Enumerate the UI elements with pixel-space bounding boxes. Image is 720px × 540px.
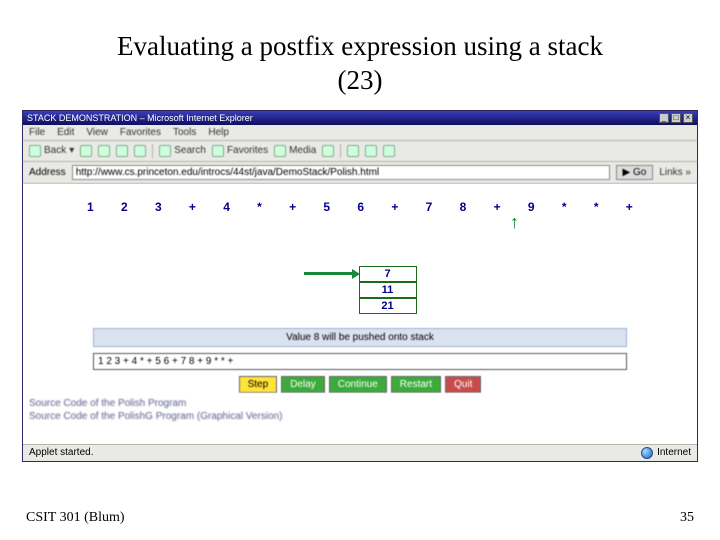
continue-button[interactable]: Continue [329, 376, 387, 393]
search-icon [159, 145, 171, 157]
print-icon[interactable] [365, 145, 377, 157]
menu-edit[interactable]: Edit [57, 127, 74, 138]
stack: 7 11 21 [359, 266, 417, 314]
source-link-2[interactable]: Source Code of the PolishG Program (Grap… [29, 410, 691, 423]
favorites-button[interactable]: Favorites [212, 145, 268, 157]
address-input[interactable] [72, 165, 610, 180]
back-button[interactable]: Back ▾ [29, 145, 74, 157]
window-title: STACK DEMONSTRATION – Microsoft Internet… [27, 113, 253, 123]
quit-button[interactable]: Quit [445, 376, 481, 393]
source-link-1[interactable]: Source Code of the Polish Program [29, 397, 691, 410]
menu-favorites[interactable]: Favorites [120, 127, 161, 138]
stack-zone: 7 11 21 [23, 266, 697, 314]
zone-label: Internet [657, 447, 691, 458]
slide-title: Evaluating a postfix expression using a … [0, 0, 720, 98]
status-right: Internet [641, 447, 691, 459]
status-message: Value 8 will be pushed onto stack [93, 328, 627, 347]
token: + [391, 200, 398, 214]
token: 8 [460, 200, 467, 214]
toolbar: Back ▾ Search Favorites Media [23, 141, 697, 162]
links-label[interactable]: Links » [659, 167, 691, 178]
title-line-1: Evaluating a postfix expression using a … [0, 30, 720, 64]
token: + [189, 200, 196, 214]
media-icon [274, 145, 286, 157]
status-left: Applet started. [29, 447, 93, 458]
addressbar: Address ▶ Go Links » [23, 162, 697, 184]
mail-icon[interactable] [347, 145, 359, 157]
menu-help[interactable]: Help [208, 127, 229, 138]
menu-tools[interactable]: Tools [173, 127, 196, 138]
back-label: Back [44, 145, 66, 156]
edit-icon[interactable] [383, 145, 395, 157]
go-label: Go [633, 167, 646, 178]
token: * [594, 200, 599, 214]
slide-footer: CSIT 301 (Blum) 35 [0, 510, 720, 526]
token: 5 [323, 200, 330, 214]
token: * [562, 200, 567, 214]
content-area: 1 2 3 + 4 * + 5 6 + 7 8 + 9 * * + ↑ [23, 184, 697, 444]
media-label: Media [289, 145, 316, 156]
stop-icon[interactable] [98, 145, 110, 157]
back-icon [29, 145, 41, 157]
maximize-button[interactable]: □ [671, 113, 681, 123]
menu-file[interactable]: File [29, 127, 45, 138]
footer-left: CSIT 301 (Blum) [26, 510, 125, 526]
stack-cell: 21 [359, 298, 417, 314]
go-button[interactable]: ▶ Go [616, 165, 654, 180]
browser-window: STACK DEMONSTRATION – Microsoft Internet… [22, 110, 698, 462]
token: + [289, 200, 296, 214]
token: 1 [87, 200, 94, 214]
step-button[interactable]: Step [239, 376, 278, 393]
menubar: File Edit View Favorites Tools Help [23, 125, 697, 141]
statusbar: Applet started. Internet [23, 444, 697, 461]
favorites-label: Favorites [227, 145, 268, 156]
current-token-arrow-icon: ↑ [510, 212, 519, 233]
restart-button[interactable]: Restart [391, 376, 441, 393]
menu-view[interactable]: View [86, 127, 108, 138]
search-button[interactable]: Search [159, 145, 206, 157]
token: 7 [426, 200, 433, 214]
token: + [494, 200, 501, 214]
token: * [257, 200, 262, 214]
token: 2 [121, 200, 128, 214]
applet: 1 2 3 + 4 * + 5 6 + 7 8 + 9 * * + ↑ [23, 184, 697, 423]
history-icon[interactable] [322, 145, 334, 157]
search-label: Search [174, 145, 206, 156]
titlebar: STACK DEMONSTRATION – Microsoft Internet… [23, 111, 697, 125]
delay-button[interactable]: Delay [281, 376, 325, 393]
favorites-icon [212, 145, 224, 157]
token: 3 [155, 200, 162, 214]
title-line-2: (23) [0, 64, 720, 98]
forward-icon[interactable] [80, 145, 92, 157]
address-label: Address [29, 167, 66, 178]
expression-input[interactable] [93, 353, 627, 370]
applet-buttons: Step Delay Continue Restart Quit [23, 376, 697, 393]
media-button[interactable]: Media [274, 145, 316, 157]
token: + [626, 200, 633, 214]
token: 4 [223, 200, 230, 214]
home-icon[interactable] [134, 145, 146, 157]
close-button[interactable]: × [683, 113, 693, 123]
footer-right: 35 [680, 510, 694, 526]
stack-cell: 7 [359, 266, 417, 282]
token: 9 [528, 200, 535, 214]
token: 6 [357, 200, 364, 214]
source-links: Source Code of the Polish Program Source… [23, 393, 697, 423]
expression-input-row [93, 353, 627, 370]
stack-cell: 11 [359, 282, 417, 298]
minimize-button[interactable]: _ [659, 113, 669, 123]
refresh-icon[interactable] [116, 145, 128, 157]
push-arrow-icon [304, 272, 354, 275]
globe-icon [641, 447, 653, 459]
token-bar: 1 2 3 + 4 * + 5 6 + 7 8 + 9 * * + [87, 192, 633, 216]
